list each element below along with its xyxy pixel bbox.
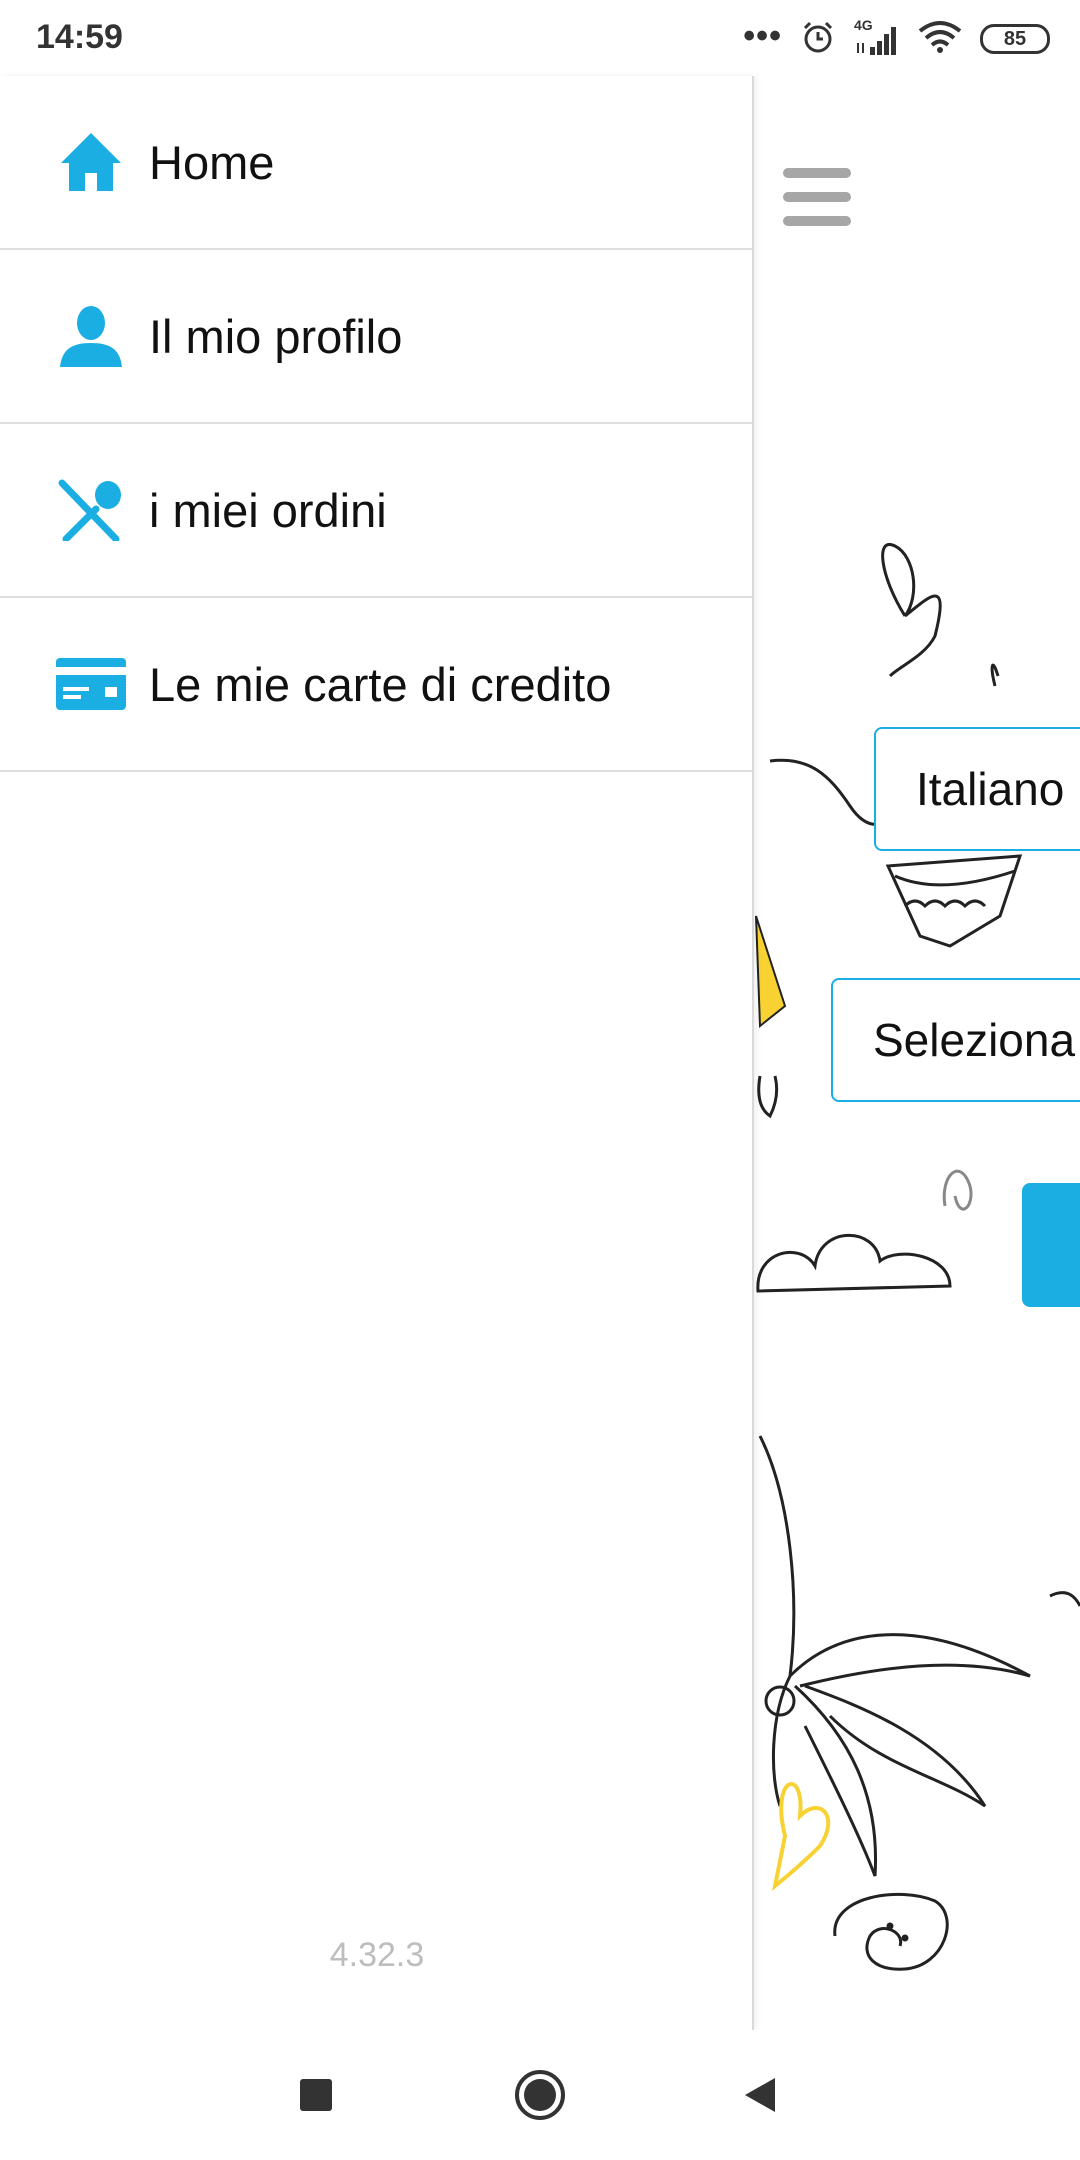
cutlery-icon <box>54 473 128 547</box>
more-dots-icon: ••• <box>743 17 782 55</box>
alarm-icon <box>800 19 836 60</box>
system-nav-bar <box>0 2030 1080 2160</box>
menu-item-home[interactable]: Home <box>0 76 752 250</box>
menu-label-orders: i miei ordini <box>149 483 387 537</box>
language-select[interactable]: Italiano <box>874 727 1080 851</box>
recent-apps-icon[interactable] <box>256 2030 376 2160</box>
home-circle-icon[interactable] <box>480 2030 600 2160</box>
credit-card-icon <box>54 647 128 721</box>
navigation-drawer: Home Il mio profilo i miei ordini Le mie… <box>0 76 754 2030</box>
status-time: 14:59 <box>36 18 123 56</box>
menu-label-profile: Il mio profilo <box>149 309 403 363</box>
confirm-button[interactable] <box>1022 1183 1080 1307</box>
back-icon[interactable] <box>700 2030 820 2160</box>
menu-label-home: Home <box>149 135 275 189</box>
menu-item-credit-cards[interactable]: Le mie carte di credito <box>0 598 752 772</box>
app-version: 4.32.3 <box>329 1936 425 1974</box>
status-icons: ••• 4G 85 <box>743 14 1050 64</box>
signal-icon: 4G <box>854 17 900 57</box>
hamburger-icon[interactable] <box>783 168 851 226</box>
status-bar: 14:59 ••• 4G 85 <box>0 0 1080 76</box>
home-icon <box>54 125 128 199</box>
menu-label-credit-cards: Le mie carte di credito <box>149 657 612 711</box>
place-select[interactable]: Seleziona <box>831 978 1080 1102</box>
wifi-icon <box>918 20 962 59</box>
menu-item-orders[interactable]: i miei ordini <box>0 424 752 598</box>
battery-icon: 85 <box>980 24 1050 54</box>
menu-item-profile[interactable]: Il mio profilo <box>0 250 752 424</box>
profile-icon <box>54 299 128 373</box>
